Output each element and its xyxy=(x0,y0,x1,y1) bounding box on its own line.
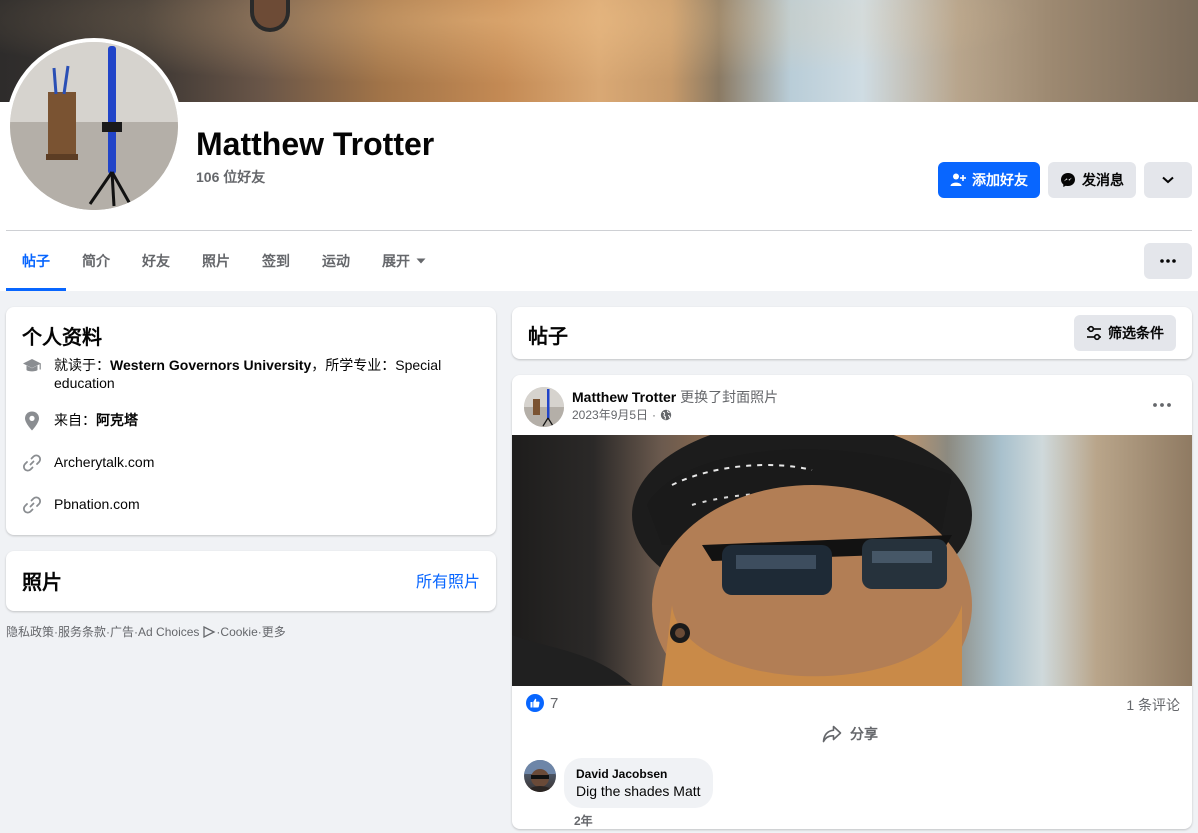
share-arrow-icon xyxy=(822,725,842,743)
map-pin-icon xyxy=(22,411,42,431)
commenter-avatar[interactable] xyxy=(524,760,556,792)
tab-about[interactable]: 简介 xyxy=(66,231,126,291)
education-prefix: 就读于： xyxy=(54,357,110,373)
share-button[interactable]: 分享 xyxy=(822,721,878,747)
profile-header: Matthew Trotter 106 位好友 添加好友 发消息 帖子 简介 好… xyxy=(0,0,1198,291)
hometown-link[interactable]: 阿克塔 xyxy=(96,412,138,428)
tab-check-ins[interactable]: 签到 xyxy=(246,231,306,291)
post-author-avatar[interactable] xyxy=(524,387,564,427)
comment-count[interactable]: 1 条评论 xyxy=(1126,695,1180,715)
profile-avatar[interactable] xyxy=(10,42,178,210)
globe-icon xyxy=(660,409,672,420)
tab-friends[interactable]: 好友 xyxy=(126,231,186,291)
more-link[interactable]: 更多 xyxy=(262,623,286,640)
hometown-prefix: 来自： xyxy=(54,412,96,428)
filter-button[interactable]: 筛选条件 xyxy=(1074,315,1176,351)
website-link-2[interactable]: Pbnation.com xyxy=(54,495,140,513)
avatar-bow-stand-image xyxy=(10,42,178,210)
tab-label: 照片 xyxy=(202,253,230,269)
graduation-cap-icon xyxy=(22,356,42,376)
link-icon xyxy=(22,453,42,473)
tab-label: 好友 xyxy=(142,253,170,269)
tab-label: 简介 xyxy=(82,253,110,269)
profile-options-button[interactable] xyxy=(1144,162,1192,198)
post-date-separator: · xyxy=(652,407,657,422)
tab-posts[interactable]: 帖子 xyxy=(6,231,66,291)
ad-choices-icon xyxy=(203,625,216,638)
tab-label: 运动 xyxy=(322,253,350,269)
cookie-link[interactable]: Cookie xyxy=(220,625,257,639)
message-label: 发消息 xyxy=(1082,172,1124,188)
add-friend-label: 添加好友 xyxy=(972,172,1028,188)
ad-choices-link[interactable]: Ad Choices xyxy=(138,625,199,639)
intro-website-2: Pbnation.com xyxy=(22,495,140,515)
cover-photo[interactable] xyxy=(0,0,1198,102)
footer-links: 隐私政策 · 服务条款 · 广告 · Ad Choices · Cookie ·… xyxy=(6,623,286,640)
post-timestamp: 2023年9月5日 · xyxy=(572,406,672,423)
post-date-link[interactable]: 2023年9月5日 xyxy=(572,406,648,423)
comment-bubble: David Jacobsen Dig the shades Matt xyxy=(564,758,713,808)
posts-title: 帖子 xyxy=(528,326,568,348)
post-author-link[interactable]: Matthew Trotter xyxy=(572,389,676,405)
post-avatar-image xyxy=(524,387,564,427)
message-button[interactable]: 发消息 xyxy=(1048,162,1136,198)
commenter-avatar-image xyxy=(524,760,556,792)
tab-label: 帖子 xyxy=(22,253,50,269)
more-dots-icon xyxy=(1153,403,1171,407)
cover-photo-shading xyxy=(0,0,1198,102)
post-options-button[interactable] xyxy=(1148,391,1176,419)
terms-link[interactable]: 服务条款 xyxy=(58,623,106,640)
share-label: 分享 xyxy=(850,726,878,742)
comment-text: Dig the shades Matt xyxy=(576,783,701,799)
like-count[interactable]: 7 xyxy=(550,695,558,712)
intro-card: 个人资料 就读于：Western Governors University，所学… xyxy=(6,307,496,535)
post-action-text: 更换了封面照片 xyxy=(680,389,779,405)
intro-title: 个人资料 xyxy=(22,327,102,349)
all-photos-link[interactable]: 所有照片 xyxy=(416,568,480,592)
person-plus-icon xyxy=(950,173,966,186)
website-link-1[interactable]: Archerytalk.com xyxy=(54,453,154,471)
post-photo-portrait xyxy=(512,435,972,686)
caret-down-icon xyxy=(416,258,426,264)
privacy-link[interactable]: 隐私政策 xyxy=(6,623,54,640)
intro-website-1: Archerytalk.com xyxy=(22,453,154,473)
sliders-icon xyxy=(1087,325,1101,341)
photos-card: 照片 所有照片 xyxy=(6,551,496,611)
tab-more[interactable]: 展开 xyxy=(366,231,442,291)
chevron-down-icon xyxy=(1162,176,1174,184)
post-card: Matthew Trotter 更换了封面照片 2023年9月5日 · 7 1 … xyxy=(512,375,1192,829)
link-icon xyxy=(22,495,42,515)
tab-label: 展开 xyxy=(382,253,410,269)
tab-photos[interactable]: 照片 xyxy=(186,231,246,291)
intro-hometown: 来自：阿克塔 xyxy=(22,411,138,431)
tab-overflow-button[interactable] xyxy=(1144,243,1192,279)
post-photo[interactable] xyxy=(512,435,1192,686)
friends-count[interactable]: 106 位好友 xyxy=(196,167,265,187)
tab-label: 签到 xyxy=(262,253,290,269)
intro-education: 就读于：Western Governors University，所学专业：Sp… xyxy=(22,356,474,392)
add-friend-button[interactable]: 添加好友 xyxy=(938,162,1040,198)
comment-author-link[interactable]: David Jacobsen xyxy=(576,766,701,782)
photos-title: 照片 xyxy=(22,572,62,594)
post-header-text: Matthew Trotter 更换了封面照片 xyxy=(572,387,778,407)
filter-label: 筛选条件 xyxy=(1108,325,1164,341)
comment-timestamp[interactable]: 2年 xyxy=(574,812,593,829)
education-school-link[interactable]: Western Governors University xyxy=(110,357,311,373)
more-dots-icon xyxy=(1160,259,1176,263)
messenger-icon xyxy=(1061,173,1075,187)
profile-name: Matthew Trotter xyxy=(196,126,435,162)
thumbs-up-icon xyxy=(526,694,544,712)
ads-link[interactable]: 广告 xyxy=(110,623,134,640)
tab-sports[interactable]: 运动 xyxy=(306,231,366,291)
